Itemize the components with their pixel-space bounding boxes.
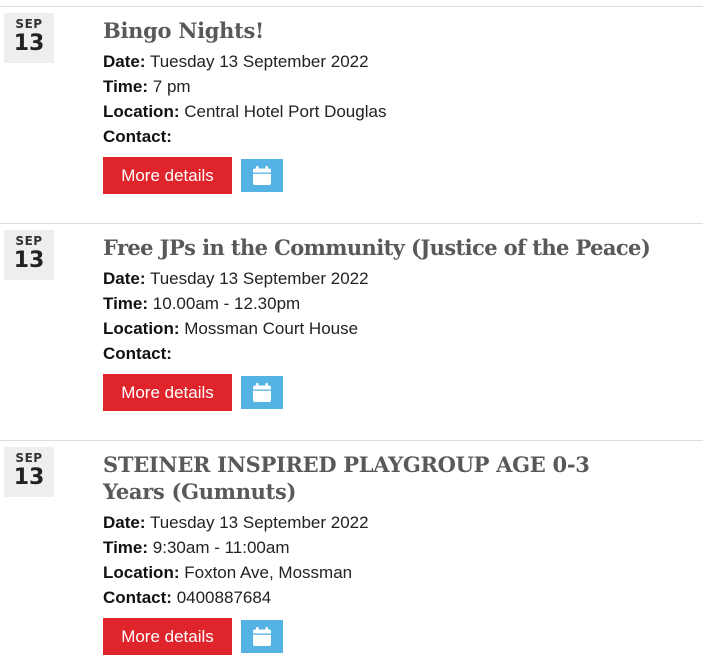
event-day: 13 bbox=[13, 31, 45, 56]
event-time-value: 10.00am - 12.30pm bbox=[152, 294, 301, 313]
event-location-row: Location: Mossman Court House bbox=[103, 316, 703, 341]
add-to-calendar-button[interactable] bbox=[241, 159, 283, 192]
event-month: SEP bbox=[15, 451, 43, 465]
more-details-button[interactable]: More details bbox=[103, 374, 232, 411]
event-time-value: 9:30am - 11:00am bbox=[152, 538, 290, 557]
time-label: Time: bbox=[103, 77, 149, 96]
event-item: SEP 13 Bingo Nights! Date: Tuesday 13 Se… bbox=[0, 6, 703, 218]
event-location-value: Mossman Court House bbox=[184, 319, 359, 338]
event-time-row: Time: 7 pm bbox=[103, 74, 703, 99]
more-details-button[interactable]: More details bbox=[103, 157, 232, 194]
event-contact-row: Contact: bbox=[103, 124, 703, 149]
time-label: Time: bbox=[103, 294, 149, 313]
event-time-row: Time: 9:30am - 11:00am bbox=[103, 535, 703, 560]
event-body: Bingo Nights! Date: Tuesday 13 September… bbox=[103, 17, 703, 194]
event-month: SEP bbox=[15, 17, 43, 31]
event-actions: More details bbox=[103, 374, 703, 411]
event-contact-row: Contact: 0400887684 bbox=[103, 585, 703, 610]
event-date-badge: SEP 13 bbox=[4, 447, 54, 497]
event-contact-row: Contact: bbox=[103, 341, 703, 366]
event-date-badge: SEP 13 bbox=[4, 13, 54, 63]
event-body: STEINER INSPIRED PLAYGROUP AGE 0-3 Years… bbox=[103, 451, 703, 655]
event-month: SEP bbox=[15, 234, 43, 248]
event-location-value: Foxton Ave, Mossman bbox=[184, 563, 353, 582]
event-time-row: Time: 10.00am - 12.30pm bbox=[103, 291, 703, 316]
calendar-icon bbox=[253, 383, 271, 402]
event-time-value: 7 pm bbox=[152, 77, 191, 96]
event-date-row: Date: Tuesday 13 September 2022 bbox=[103, 49, 703, 74]
event-item: SEP 13 STEINER INSPIRED PLAYGROUP AGE 0-… bbox=[0, 440, 703, 664]
date-label: Date: bbox=[103, 513, 146, 532]
event-location-row: Location: Foxton Ave, Mossman bbox=[103, 560, 703, 585]
time-label: Time: bbox=[103, 538, 149, 557]
location-label: Location: bbox=[103, 563, 180, 582]
event-title[interactable]: Bingo Nights! bbox=[103, 17, 663, 44]
add-to-calendar-button[interactable] bbox=[241, 620, 283, 653]
event-list: SEP 13 Bingo Nights! Date: Tuesday 13 Se… bbox=[0, 0, 710, 664]
event-date-value: Tuesday 13 September 2022 bbox=[149, 52, 369, 71]
event-title[interactable]: Free JPs in the Community (Justice of th… bbox=[103, 234, 663, 261]
location-label: Location: bbox=[103, 319, 180, 338]
event-contact-value: 0400887684 bbox=[176, 588, 272, 607]
calendar-icon bbox=[253, 166, 271, 185]
event-location-value: Central Hotel Port Douglas bbox=[184, 102, 387, 121]
date-label: Date: bbox=[103, 52, 146, 71]
event-date-value: Tuesday 13 September 2022 bbox=[149, 513, 369, 532]
calendar-icon bbox=[253, 627, 271, 646]
event-actions: More details bbox=[103, 618, 703, 655]
event-body: Free JPs in the Community (Justice of th… bbox=[103, 234, 703, 411]
location-label: Location: bbox=[103, 102, 180, 121]
event-date-row: Date: Tuesday 13 September 2022 bbox=[103, 510, 703, 535]
event-date-badge: SEP 13 bbox=[4, 230, 54, 280]
event-location-row: Location: Central Hotel Port Douglas bbox=[103, 99, 703, 124]
event-day: 13 bbox=[13, 248, 45, 273]
contact-label: Contact: bbox=[103, 127, 172, 146]
event-date-value: Tuesday 13 September 2022 bbox=[149, 269, 369, 288]
event-date-row: Date: Tuesday 13 September 2022 bbox=[103, 266, 703, 291]
contact-label: Contact: bbox=[103, 588, 172, 607]
add-to-calendar-button[interactable] bbox=[241, 376, 283, 409]
event-day: 13 bbox=[13, 465, 45, 490]
event-actions: More details bbox=[103, 157, 703, 194]
event-title[interactable]: STEINER INSPIRED PLAYGROUP AGE 0-3 Years… bbox=[103, 451, 643, 505]
contact-label: Contact: bbox=[103, 344, 172, 363]
date-label: Date: bbox=[103, 269, 146, 288]
more-details-button[interactable]: More details bbox=[103, 618, 232, 655]
event-item: SEP 13 Free JPs in the Community (Justic… bbox=[0, 223, 703, 435]
